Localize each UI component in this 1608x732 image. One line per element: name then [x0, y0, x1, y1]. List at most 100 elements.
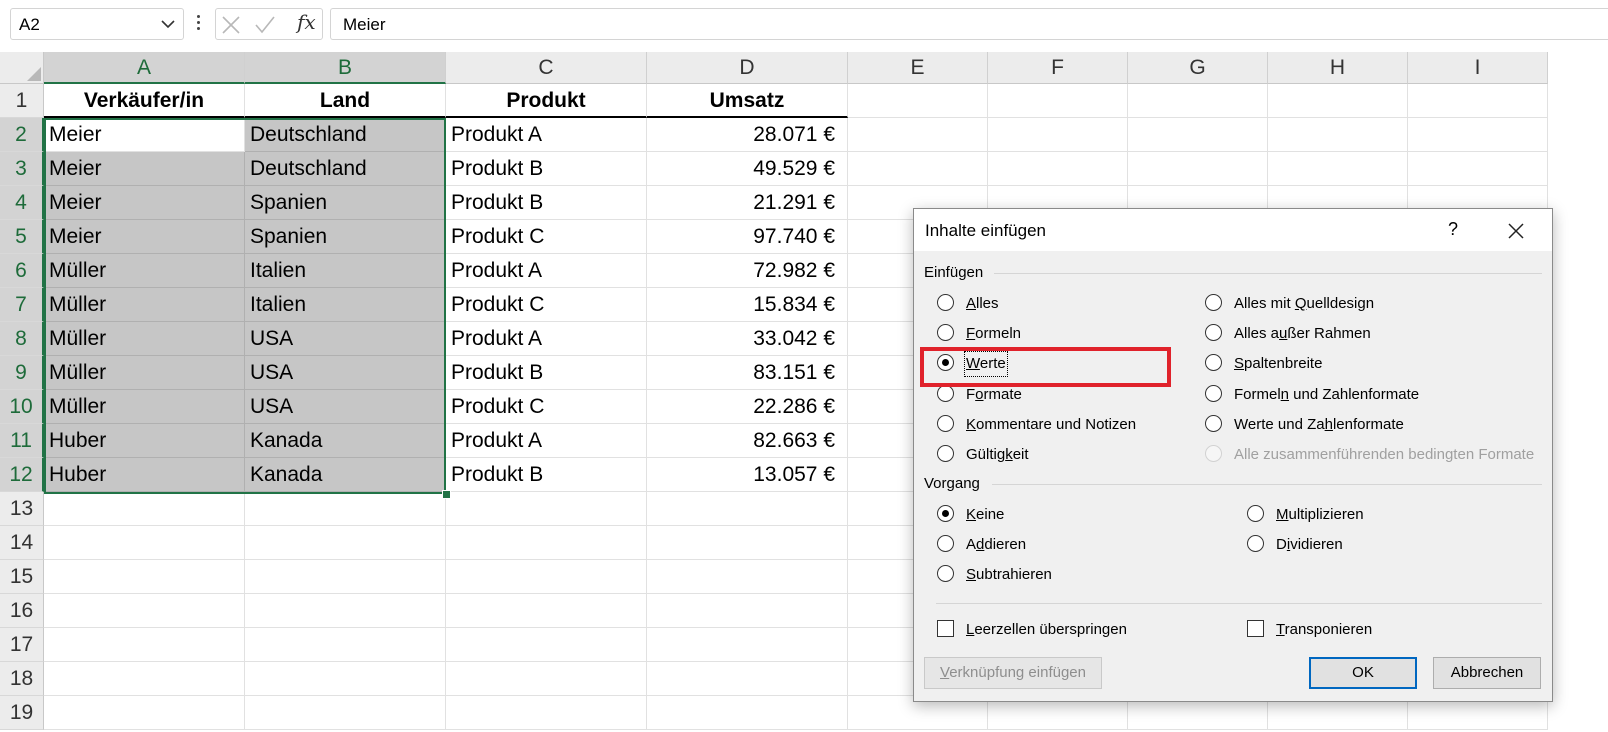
cell-c16[interactable]: [446, 594, 647, 628]
radio-button[interactable]: [937, 354, 954, 372]
cell-d14[interactable]: [647, 526, 848, 560]
column-header-b[interactable]: B: [245, 52, 446, 84]
cell-f3[interactable]: [988, 152, 1128, 186]
column-header-i[interactable]: I: [1408, 52, 1548, 84]
cell-c12[interactable]: Produkt B: [446, 458, 647, 492]
cell-c1[interactable]: Produkt: [446, 84, 647, 118]
cell-c2[interactable]: Produkt A: [446, 118, 647, 152]
cell-c10[interactable]: Produkt C: [446, 390, 647, 424]
cell-a14[interactable]: [44, 526, 245, 560]
ok-button[interactable]: OK: [1309, 657, 1417, 689]
row-header-5[interactable]: 5: [0, 220, 44, 254]
chevron-down-icon[interactable]: [161, 19, 175, 29]
cell-b6[interactable]: Italien: [245, 254, 446, 288]
cell-i3[interactable]: [1408, 152, 1548, 186]
column-header-f[interactable]: F: [988, 52, 1128, 84]
radio-button[interactable]: [937, 565, 954, 583]
row-header-15[interactable]: 15: [0, 560, 44, 594]
radio-button[interactable]: [1247, 535, 1264, 553]
cell-d16[interactable]: [647, 594, 848, 628]
cell-b4[interactable]: Spanien: [245, 186, 446, 220]
row-header-19[interactable]: 19: [0, 696, 44, 730]
cell-b7[interactable]: Italien: [245, 288, 446, 322]
cell-d10[interactable]: 22.286 €: [647, 390, 848, 424]
radio-button[interactable]: [937, 324, 954, 342]
radio-button[interactable]: [1205, 354, 1222, 372]
formula-input[interactable]: Meier: [330, 8, 1608, 40]
close-icon[interactable]: [1506, 221, 1526, 241]
cell-b9[interactable]: USA: [245, 356, 446, 390]
cell-c14[interactable]: [446, 526, 647, 560]
radio-button[interactable]: [937, 505, 954, 522]
cell-a8[interactable]: Müller: [44, 322, 245, 356]
cell-b1[interactable]: Land: [245, 84, 446, 118]
cell-d8[interactable]: 33.042 €: [647, 322, 848, 356]
select-all-corner[interactable]: [0, 52, 44, 84]
column-header-h[interactable]: H: [1268, 52, 1408, 84]
cell-f1[interactable]: [988, 84, 1128, 118]
cell-d5[interactable]: 97.740 €: [647, 220, 848, 254]
cell-c7[interactable]: Produkt C: [446, 288, 647, 322]
cell-c8[interactable]: Produkt A: [446, 322, 647, 356]
check-icon[interactable]: [254, 14, 276, 36]
row-header-12[interactable]: 12: [0, 458, 44, 492]
cell-a15[interactable]: [44, 560, 245, 594]
cell-a4[interactable]: Meier: [44, 186, 245, 220]
row-header-8[interactable]: 8: [0, 322, 44, 356]
x-icon[interactable]: [220, 14, 242, 36]
cell-h1[interactable]: [1268, 84, 1408, 118]
cell-b19[interactable]: [245, 696, 446, 730]
cell-g1[interactable]: [1128, 84, 1268, 118]
cell-a5[interactable]: Meier: [44, 220, 245, 254]
cell-c13[interactable]: [446, 492, 647, 526]
cell-a6[interactable]: Müller: [44, 254, 245, 288]
cell-d4[interactable]: 21.291 €: [647, 186, 848, 220]
cell-a7[interactable]: Müller: [44, 288, 245, 322]
cell-b13[interactable]: [245, 492, 446, 526]
radio-button[interactable]: [1205, 294, 1222, 311]
cell-b14[interactable]: [245, 526, 446, 560]
cell-f2[interactable]: [988, 118, 1128, 152]
cell-h3[interactable]: [1268, 152, 1408, 186]
checkbox-box[interactable]: [1247, 620, 1264, 637]
cell-a1[interactable]: Verkäufer/in: [44, 84, 245, 118]
name-box[interactable]: A2: [10, 8, 184, 40]
cell-c11[interactable]: Produkt A: [446, 424, 647, 458]
radio-button[interactable]: [937, 414, 954, 432]
radio-button[interactable]: [1205, 324, 1222, 342]
cell-d3[interactable]: 49.529 €: [647, 152, 848, 186]
cell-a12[interactable]: Huber: [44, 458, 245, 492]
help-button[interactable]: ?: [1443, 219, 1463, 240]
cell-c5[interactable]: Produkt C: [446, 220, 647, 254]
cell-d19[interactable]: [647, 696, 848, 730]
cell-g3[interactable]: [1128, 152, 1268, 186]
cell-a19[interactable]: [44, 696, 245, 730]
cell-d12[interactable]: 13.057 €: [647, 458, 848, 492]
radio-button[interactable]: [937, 384, 954, 402]
column-header-e[interactable]: E: [848, 52, 988, 84]
checkbox-box[interactable]: [937, 620, 954, 637]
cell-c3[interactable]: Produkt B: [446, 152, 647, 186]
cell-b17[interactable]: [245, 628, 446, 662]
cell-b11[interactable]: Kanada: [245, 424, 446, 458]
cell-a16[interactable]: [44, 594, 245, 628]
column-header-g[interactable]: G: [1128, 52, 1268, 84]
row-header-13[interactable]: 13: [0, 492, 44, 526]
column-header-c[interactable]: C: [446, 52, 647, 84]
row-header-11[interactable]: 11: [0, 424, 44, 458]
row-header-17[interactable]: 17: [0, 628, 44, 662]
cell-c19[interactable]: [446, 696, 647, 730]
cancel-button[interactable]: Abbrechen: [1433, 657, 1541, 689]
row-header-4[interactable]: 4: [0, 186, 44, 220]
row-header-14[interactable]: 14: [0, 526, 44, 560]
cell-a11[interactable]: Huber: [44, 424, 245, 458]
cell-b5[interactable]: Spanien: [245, 220, 446, 254]
cell-e1[interactable]: [848, 84, 988, 118]
row-header-18[interactable]: 18: [0, 662, 44, 696]
cell-c6[interactable]: Produkt A: [446, 254, 647, 288]
row-header-10[interactable]: 10: [0, 390, 44, 424]
cell-b16[interactable]: [245, 594, 446, 628]
cell-c15[interactable]: [446, 560, 647, 594]
cell-a13[interactable]: [44, 492, 245, 526]
cell-d17[interactable]: [647, 628, 848, 662]
